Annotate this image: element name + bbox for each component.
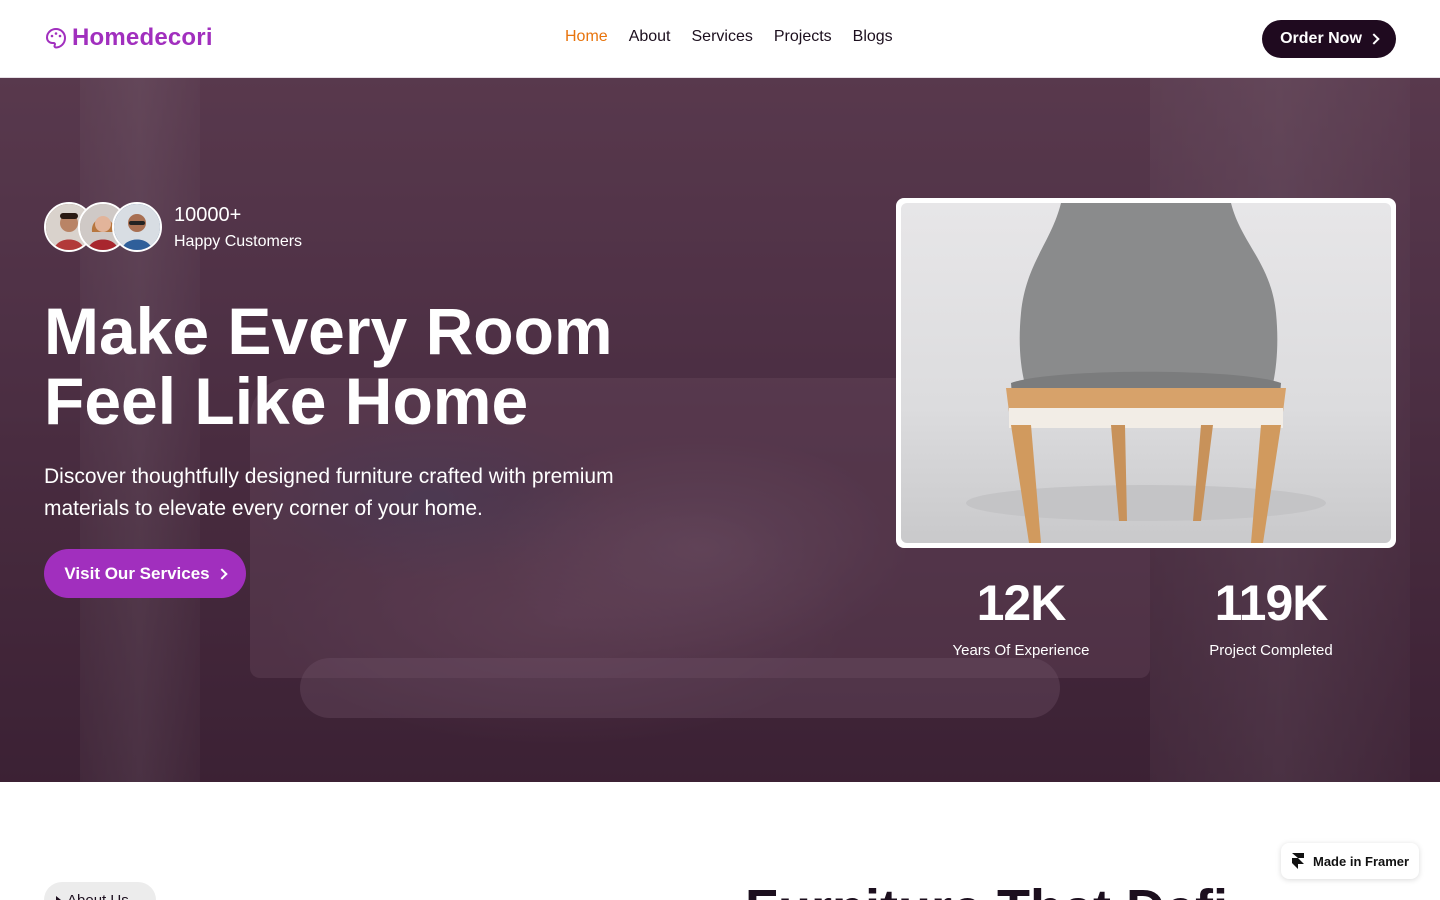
order-now-label: Order Now: [1280, 30, 1362, 47]
hero-subtitle: Discover thoughtfully designed furniture…: [44, 465, 614, 520]
stat-value: 119K: [1214, 575, 1329, 631]
visit-services-button[interactable]: Visit Our Services: [44, 549, 246, 598]
stat-value: 12K: [976, 575, 1067, 631]
nav-services[interactable]: Services: [692, 28, 753, 46]
customers-label: Happy Customers: [174, 232, 303, 250]
logo[interactable]: Homedecori: [44, 24, 213, 52]
stat-label: Years Of Experience: [952, 642, 1090, 659]
framer-icon: [1292, 853, 1304, 869]
brand-name: Homedecori: [72, 24, 213, 51]
nav-projects[interactable]: Projects: [774, 28, 832, 46]
visit-services-label: Visit Our Services: [64, 563, 210, 583]
avatar: [112, 202, 162, 252]
stat-projects: 119K Project Completed: [1146, 574, 1396, 659]
made-in-framer-label: Made in Framer: [1313, 853, 1410, 869]
chair-image: [901, 203, 1391, 543]
stats: 12K Years Of Experience 119K Project Com…: [896, 574, 1396, 659]
made-in-framer-badge[interactable]: Made in Framer: [1281, 843, 1419, 879]
customers-count: 10000+: [174, 203, 242, 226]
stat-label: Project Completed: [1209, 642, 1333, 659]
chevron-right-icon: [215, 567, 228, 580]
hero-title: Make Every Room Feel Like Home: [44, 296, 744, 436]
hero-section: 10000+ Happy Customers Make Every Room F…: [0, 78, 1440, 782]
nav-blogs[interactable]: Blogs: [853, 28, 893, 46]
hero-title-line2: Feel Like Home: [44, 364, 529, 438]
site-header: Homedecori Home About Services Projects …: [0, 0, 1440, 78]
about-us-pill: About Us: [44, 882, 156, 900]
chair-image-frame: [896, 198, 1396, 548]
nav-about[interactable]: About: [629, 28, 671, 46]
happy-customers: 10000+ Happy Customers: [44, 202, 302, 252]
about-us-label: About Us: [67, 891, 129, 900]
main-nav: Home About Services Projects Blogs: [565, 28, 893, 46]
hero-title-line1: Make Every Room: [44, 294, 613, 368]
triangle-bullet-icon: [56, 896, 61, 900]
order-now-button[interactable]: Order Now: [1262, 20, 1396, 58]
section-title: Furniture That Defi: [745, 878, 1425, 900]
nav-home[interactable]: Home: [565, 28, 608, 46]
chevron-right-icon: [1368, 33, 1380, 45]
palette-icon: [45, 27, 67, 49]
stat-experience: 12K Years Of Experience: [896, 574, 1146, 659]
